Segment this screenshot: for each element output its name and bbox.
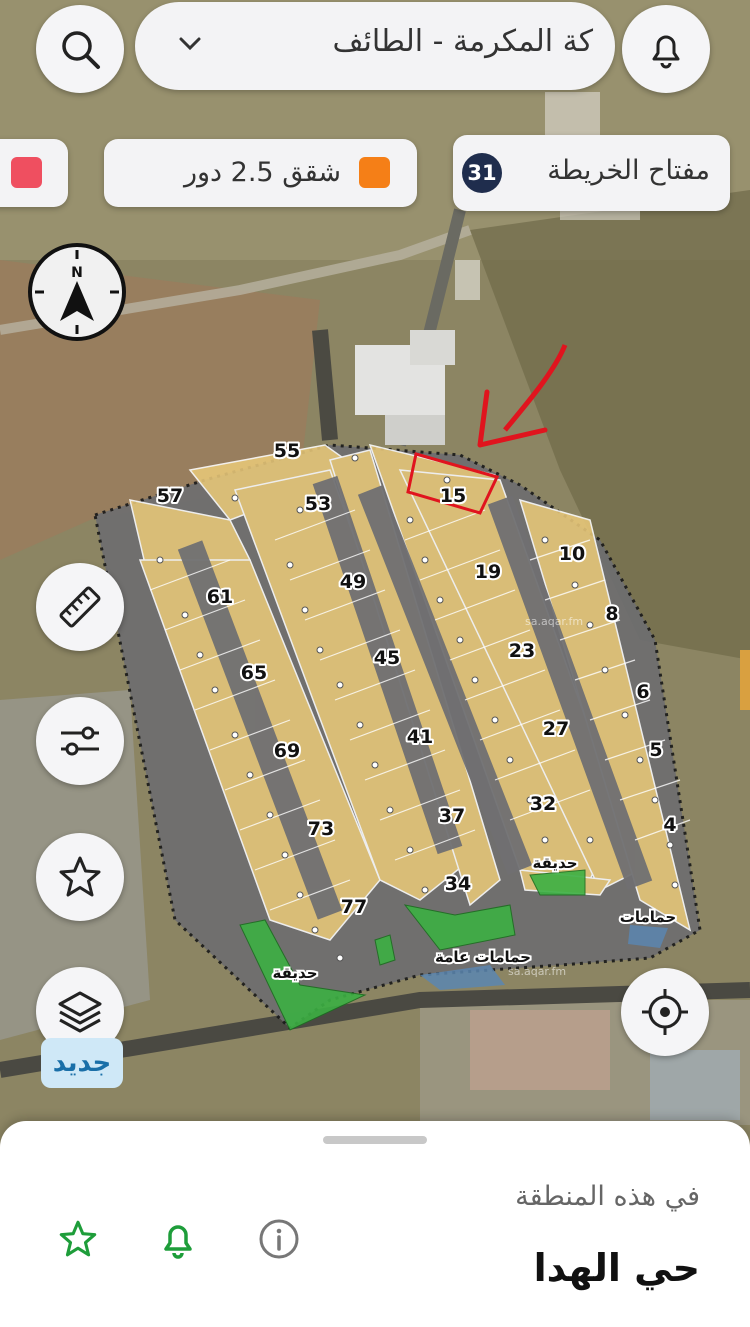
- garden-label-left: حديقة: [273, 964, 318, 982]
- plot-number-19[interactable]: 19: [473, 559, 503, 585]
- legend-apartments[interactable]: شقق 2.5 دور: [104, 139, 417, 207]
- crosshair-icon: [642, 989, 688, 1035]
- plot-number-57[interactable]: 57: [155, 483, 185, 509]
- plot-number-6[interactable]: 6: [634, 679, 651, 705]
- plot-number-45[interactable]: 45: [372, 645, 402, 671]
- plot-number-27[interactable]: 27: [541, 716, 571, 742]
- star-icon: [59, 1220, 97, 1257]
- sheet-drag-handle[interactable]: [323, 1136, 427, 1144]
- plot-number-77[interactable]: 77: [339, 894, 369, 920]
- plot-number-8[interactable]: 8: [603, 601, 620, 627]
- plot-number-5[interactable]: 5: [647, 737, 664, 763]
- apartments-label: شقق 2.5 دور: [183, 157, 341, 188]
- plot-number-55[interactable]: 55: [272, 438, 302, 464]
- sheet-title: حي الهدا: [533, 1246, 700, 1290]
- new-badge: جديد: [41, 1038, 123, 1088]
- layers-icon: [58, 991, 102, 1033]
- chevron-down-icon[interactable]: [175, 28, 205, 58]
- plot-number-32[interactable]: 32: [528, 791, 558, 817]
- filter-button[interactable]: [36, 697, 124, 785]
- other-color-swatch: [11, 157, 42, 188]
- plot-number-69[interactable]: 69: [272, 738, 302, 764]
- plot-number-34[interactable]: 34: [443, 871, 473, 897]
- compass[interactable]: N: [28, 243, 126, 341]
- plot-number-61[interactable]: 61: [205, 584, 235, 610]
- star-icon: [59, 856, 101, 897]
- public-toilets-label: حمامات عامة: [435, 948, 531, 966]
- plot-number-10[interactable]: 10: [557, 541, 587, 567]
- compass-north-label: N: [71, 265, 83, 281]
- plot-number-15[interactable]: 15: [438, 483, 468, 509]
- bell-icon: [164, 1225, 192, 1259]
- garden-label-right: حديقة: [533, 854, 578, 872]
- location-search-bar[interactable]: كة المكرمة - الطائف: [135, 2, 615, 90]
- map-key-label: مفتاح الخريطة: [547, 155, 710, 186]
- sheet-subtitle: في هذه المنطقة: [515, 1181, 700, 1212]
- sheet-alert-button[interactable]: [155, 1216, 201, 1262]
- map-key-count-badge: 31: [462, 153, 502, 193]
- plot-number-73[interactable]: 73: [306, 816, 336, 842]
- location-text: كة المكرمة - الطائف: [332, 24, 593, 59]
- sheet-info-button[interactable]: [256, 1216, 302, 1262]
- watermark-bottom: sa.aqar.fm: [508, 965, 566, 978]
- bell-icon: [652, 35, 680, 69]
- legend-other[interactable]: [0, 139, 68, 207]
- map-key-button[interactable]: مفتاح الخريطة 31: [453, 135, 730, 211]
- notifications-button[interactable]: [622, 5, 710, 93]
- sliders-icon: [61, 726, 99, 756]
- measure-button[interactable]: [36, 563, 124, 651]
- apartments-color-swatch: [359, 157, 390, 188]
- ruler-icon: [59, 586, 101, 628]
- sheet-favorite-button[interactable]: [55, 1216, 101, 1262]
- favorites-button[interactable]: [36, 833, 124, 921]
- search-button[interactable]: [36, 5, 124, 93]
- toilets-label: حمامات: [620, 908, 677, 926]
- plot-number-23[interactable]: 23: [507, 638, 537, 664]
- plot-number-37[interactable]: 37: [437, 803, 467, 829]
- plot-number-41[interactable]: 41: [405, 724, 435, 750]
- plot-number-4[interactable]: 4: [661, 812, 678, 838]
- plot-number-53[interactable]: 53: [303, 491, 333, 517]
- watermark-top: sa.aqar.fm: [525, 615, 583, 628]
- search-icon: [62, 31, 100, 69]
- compass-icon: N: [35, 250, 119, 334]
- bottom-sheet[interactable]: في هذه المنطقة حي الهدا: [0, 1121, 750, 1327]
- plot-number-65[interactable]: 65: [239, 660, 269, 686]
- plot-number-49[interactable]: 49: [338, 569, 368, 595]
- info-icon: [259, 1219, 299, 1259]
- my-location-button[interactable]: [621, 968, 709, 1056]
